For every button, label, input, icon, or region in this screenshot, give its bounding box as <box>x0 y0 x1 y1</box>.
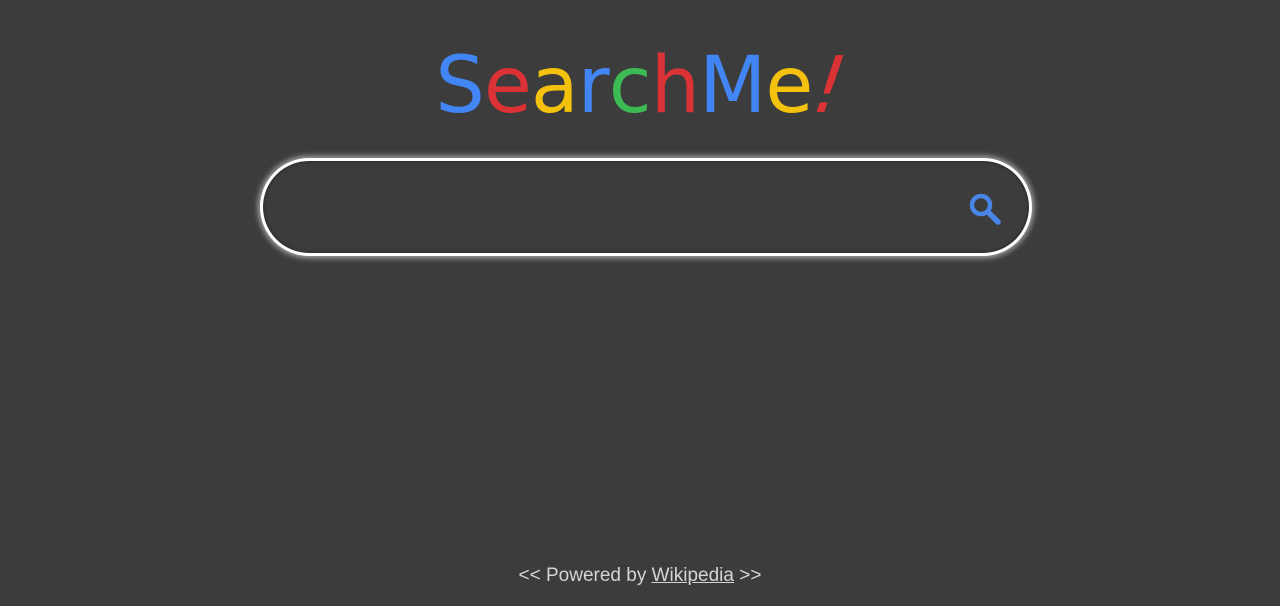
search-button[interactable] <box>967 191 1003 227</box>
logo-letter: r <box>577 41 610 131</box>
search-bar <box>260 158 1032 256</box>
logo-letter: h <box>650 41 700 131</box>
search-input[interactable] <box>293 185 937 231</box>
footer: << Powered by Wikipedia >> <box>0 565 1280 587</box>
footer-suffix: >> <box>739 565 762 586</box>
logo-letter: c <box>608 41 652 131</box>
wikipedia-link[interactable]: Wikipedia <box>652 565 734 586</box>
logo-letter: M <box>699 41 766 131</box>
search-icon <box>969 193 1001 225</box>
page: SearchMe! << Powered by Wikipedia >> <box>0 0 1280 606</box>
logo-letter: e <box>765 41 813 131</box>
footer-prefix: << Powered by <box>518 565 647 586</box>
logo-letter: S <box>435 41 485 131</box>
logo-letter: e <box>483 41 532 131</box>
logo-letter: a <box>530 41 579 131</box>
logo-exclamation: ! <box>808 41 851 131</box>
searchme-logo: SearchMe! <box>0 38 1280 134</box>
